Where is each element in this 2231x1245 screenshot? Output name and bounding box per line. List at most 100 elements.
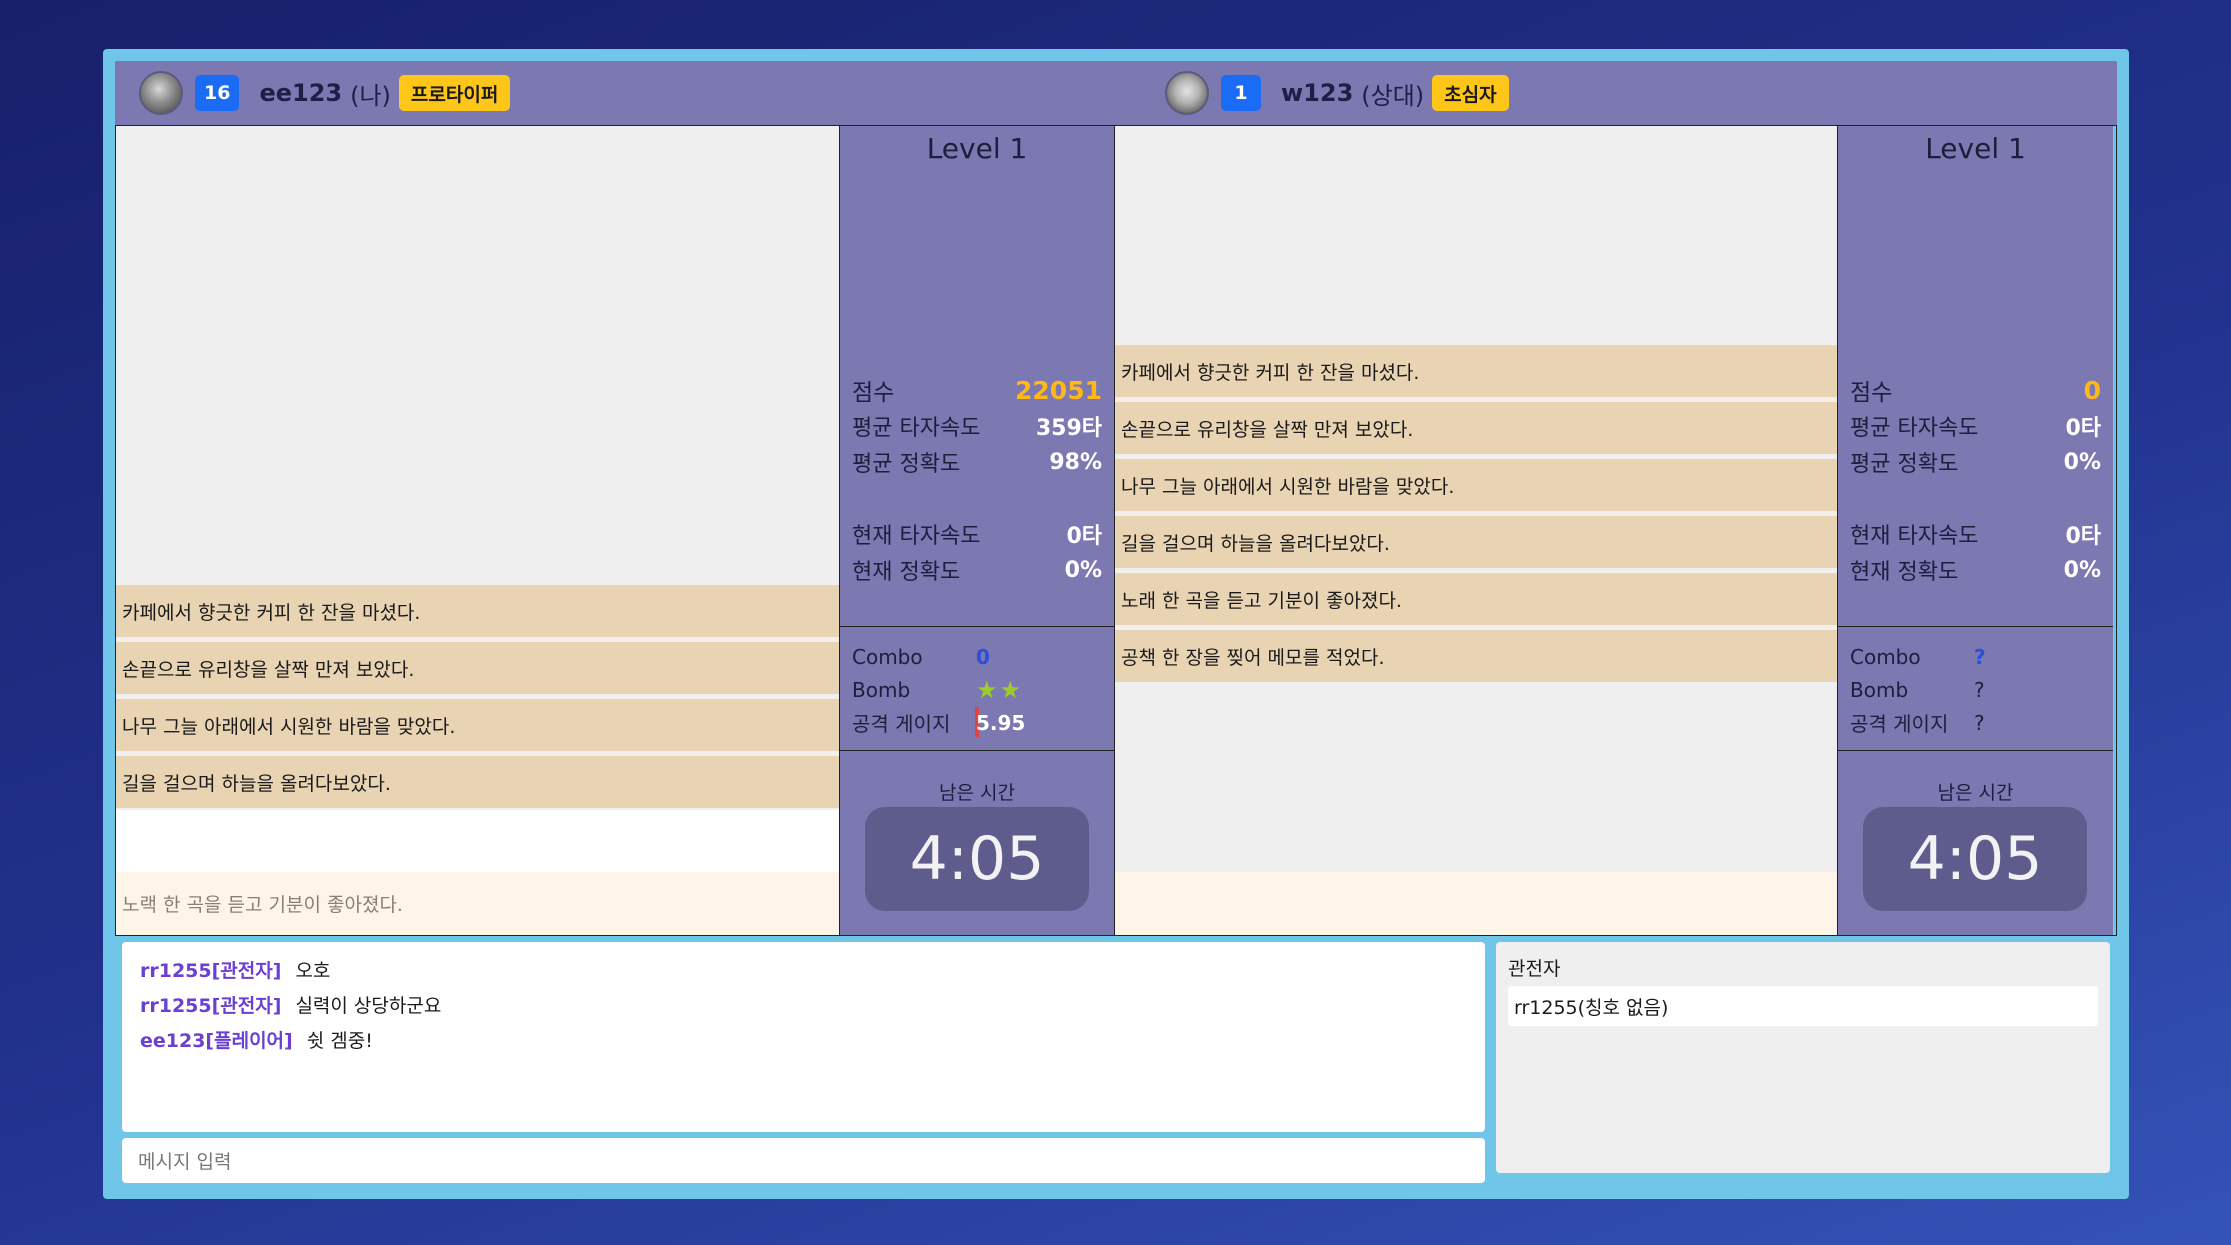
gauge-value: ? xyxy=(1974,710,1985,735)
player2-title-badge: 초심자 xyxy=(1432,75,1509,111)
divider xyxy=(840,750,1114,751)
cur-speed-row: 현재 타자속도 0타 xyxy=(852,516,1102,552)
avg-speed-row: 평균 타자속도 359타 xyxy=(852,408,1102,444)
cur-speed-label: 현재 타자속도 xyxy=(1850,524,1979,549)
game-inner: 16 ee123 (나) 프로타이퍼 1 w123 (상대) 초심자 카페에서 … xyxy=(115,61,2117,1187)
player1-stats-panel: Level 1 점수 22051 평균 타자속도 359타 평균 정확도 98% xyxy=(840,126,1115,935)
player-avatar-icon xyxy=(139,71,183,115)
star-icon: ★ xyxy=(999,675,1022,704)
score-value: 22051 xyxy=(1015,375,1102,405)
player1-level-badge: 16 xyxy=(195,75,240,111)
player1-combo-block: Combo 0 Bomb ★★ 공격 게이지 5.95 xyxy=(852,640,1102,739)
remaining-time-label: 남은 시간 xyxy=(1937,782,2014,804)
player2-stats: 점수 0 평균 타자속도 0타 평균 정확도 0% 현재 타자속도 0타 현재 … xyxy=(1850,372,2101,588)
next-word-hint: 노랙 한 곡을 듣고 기분이 좋아졌다. xyxy=(116,872,839,935)
countdown-timer: 4:05 xyxy=(865,807,1089,911)
opponent-hint xyxy=(1115,872,1837,935)
chat-author: rr1255[관전자] xyxy=(140,960,282,982)
falling-word: 손끝으로 유리창을 살짝 만져 보았다. xyxy=(116,640,839,694)
player2-name: w123 xyxy=(1281,79,1354,107)
player2-level-badge: 1 xyxy=(1221,75,1261,111)
chat-log: rr1255[관전자] 오호 rr1255[관전자] 실력이 상당하군요 ee1… xyxy=(122,942,1485,1132)
chat-text: 오호 xyxy=(295,960,331,982)
avg-speed-value: 0타 xyxy=(2065,416,2101,441)
avg-acc-value: 98% xyxy=(1049,449,1102,475)
falling-word: 길을 걸으며 하늘을 올려다보았다. xyxy=(116,754,839,808)
cur-speed-value: 0타 xyxy=(2065,524,2101,549)
avg-speed-value: 359타 xyxy=(1035,416,1102,441)
falling-word: 길을 걸으며 하늘을 올려다보았다. xyxy=(1115,514,1837,568)
combo-value: 0 xyxy=(976,644,990,669)
opponent-input xyxy=(1115,810,1837,872)
score-label: 점수 xyxy=(852,380,895,406)
cur-speed-row: 현재 타자속도 0타 xyxy=(1850,516,2101,552)
avg-acc-label: 평균 정확도 xyxy=(852,452,961,477)
spectator-panel: 관전자 rr1255(칭호 없음) xyxy=(1496,942,2110,1173)
player1-tag: (나) xyxy=(350,81,391,110)
chat-text: 실력이 상당하군요 xyxy=(295,995,442,1017)
star-icon: ★ xyxy=(976,675,998,704)
score-row: 점수 22051 xyxy=(852,372,1102,408)
avg-speed-label: 평균 타자속도 xyxy=(852,416,981,441)
cur-acc-value: 0% xyxy=(1064,557,1102,583)
player1-title-badge: 프로타이퍼 xyxy=(398,75,511,111)
player1-stats: 점수 22051 평균 타자속도 359타 평균 정확도 98% 현재 타자속도 xyxy=(852,372,1102,588)
bomb-stars: ★★ xyxy=(976,676,1023,704)
score-value: 0 xyxy=(2083,375,2101,405)
avg-speed-row: 평균 타자속도 0타 xyxy=(1850,408,2101,444)
falling-word: 손끝으로 유리창을 살짝 만져 보았다. xyxy=(1115,400,1837,454)
bomb-value: ? xyxy=(1974,677,1985,702)
message-input[interactable]: 메시지 입력 xyxy=(122,1138,1485,1183)
player2-board: 카페에서 향긋한 커피 한 잔을 마셨다. 손끝으로 유리창을 살짝 만져 보았… xyxy=(1115,126,1838,935)
divider xyxy=(1838,750,2113,751)
cur-acc-row: 현재 정확도 0% xyxy=(852,552,1102,588)
bomb-label: Bomb xyxy=(1850,677,1909,702)
spectator-item: rr1255(칭호 없음) xyxy=(1508,986,2098,1026)
falling-word: 카페에서 향긋한 커피 한 잔을 마셨다. xyxy=(116,583,839,637)
avg-acc-label: 평균 정확도 xyxy=(1850,452,1959,477)
falling-word: 공책 한 장을 찢어 메모를 적었다. xyxy=(1115,628,1837,682)
game-area: 카페에서 향긋한 커피 한 잔을 마셨다. 손끝으로 유리창을 살짝 만져 보았… xyxy=(115,125,2117,936)
players-header: 16 ee123 (나) 프로타이퍼 1 w123 (상대) 초심자 xyxy=(115,61,2117,125)
falling-word: 카페에서 향긋한 커피 한 잔을 마셨다. xyxy=(1115,343,1837,397)
player2-stats-panel: Level 1 점수 0 평균 타자속도 0타 평균 정확도 0% 현재 타자속… xyxy=(1838,126,2113,935)
countdown-timer: 4:05 xyxy=(1863,807,2087,911)
chat-text: 쉿 겜중! xyxy=(306,1030,373,1052)
chat-message: ee123[플레이어] 쉿 겜중! xyxy=(140,1022,1467,1057)
player2-tag: (상대) xyxy=(1361,81,1425,110)
cur-acc-row: 현재 정확도 0% xyxy=(1850,552,2101,588)
remaining-time-label: 남은 시간 xyxy=(939,782,1015,804)
score-row: 점수 0 xyxy=(1850,372,2101,408)
chat-author: ee123[플레이어] xyxy=(140,1030,293,1052)
typing-input[interactable] xyxy=(116,810,839,872)
cur-speed-value: 0타 xyxy=(1066,524,1102,549)
player1-word-list: 카페에서 향긋한 커피 한 잔을 마셨다. 손끝으로 유리창을 살짝 만져 보았… xyxy=(116,583,839,811)
cur-acc-label: 현재 정확도 xyxy=(852,560,961,585)
player2-level-title: Level 1 xyxy=(1925,132,2026,165)
player2-word-list: 카페에서 향긋한 커피 한 잔을 마셨다. 손끝으로 유리창을 살짝 만져 보았… xyxy=(1115,343,1837,685)
chat-message: rr1255[관전자] 오호 xyxy=(140,952,1467,987)
divider xyxy=(840,626,1114,627)
combo-label: Combo xyxy=(852,644,923,669)
gauge-label: 공격 게이지 xyxy=(1850,712,1949,736)
player2-combo-block: Combo ? Bomb ? 공격 게이지 ? xyxy=(1850,640,2101,739)
avg-acc-value: 0% xyxy=(2063,449,2101,475)
player1-name: ee123 xyxy=(259,79,343,107)
player1-header: 16 ee123 (나) 프로타이퍼 xyxy=(139,61,511,125)
avg-speed-label: 평균 타자속도 xyxy=(1850,416,1979,441)
gauge-label: 공격 게이지 xyxy=(852,712,951,736)
spectator-title: 관전자 xyxy=(1508,957,1561,980)
score-label: 점수 xyxy=(1850,380,1893,406)
player2-header: 1 w123 (상대) 초심자 xyxy=(1165,61,1509,125)
cur-acc-value: 0% xyxy=(2063,557,2101,583)
falling-word: 나무 그늘 아래에서 시원한 바람을 맞았다. xyxy=(1115,457,1837,511)
avg-acc-row: 평균 정확도 98% xyxy=(852,444,1102,480)
combo-label: Combo xyxy=(1850,644,1921,669)
chat-author: rr1255[관전자] xyxy=(140,995,282,1017)
game-frame: 16 ee123 (나) 프로타이퍼 1 w123 (상대) 초심자 카페에서 … xyxy=(103,49,2129,1199)
cur-acc-label: 현재 정확도 xyxy=(1850,560,1959,585)
cur-speed-label: 현재 타자속도 xyxy=(852,524,981,549)
attack-gauge: 5.95 xyxy=(975,706,1025,737)
combo-value: ? xyxy=(1974,644,1986,669)
falling-word: 노래 한 곡을 듣고 기분이 좋아졌다. xyxy=(1115,571,1837,625)
